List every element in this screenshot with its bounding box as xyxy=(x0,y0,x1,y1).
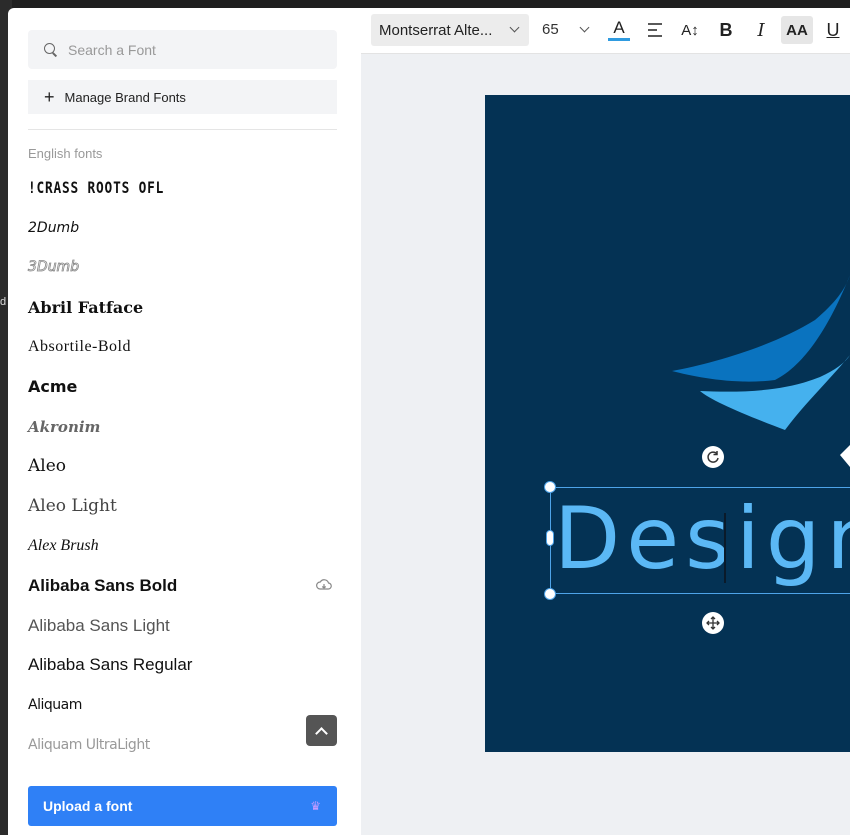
bold-button[interactable]: B xyxy=(712,16,740,44)
chevron-up-icon xyxy=(315,726,328,740)
font-item-aleo[interactable]: Aleo xyxy=(28,447,348,487)
uppercase-button[interactable]: AA xyxy=(781,16,813,44)
bird-graphic[interactable] xyxy=(485,95,850,752)
upload-font-label: Upload a font xyxy=(43,798,133,814)
crown-icon: ♛ xyxy=(310,799,321,813)
font-item-aliquam[interactable]: Aliquam xyxy=(28,685,348,725)
text-toolbar: Montserrat Alte... 65 A A↕ B I AA U xyxy=(361,8,850,54)
section-label-english-fonts: English fonts xyxy=(28,146,103,161)
bold-icon: B xyxy=(719,19,733,40)
background-text: d xyxy=(0,296,7,308)
align-left-icon xyxy=(648,23,662,37)
font-size-chevron-down-icon[interactable] xyxy=(579,22,590,33)
uppercase-icon: AA xyxy=(786,21,808,39)
search-icon xyxy=(44,42,58,57)
font-item-abril-fatface[interactable]: Abril Fatface xyxy=(28,287,348,327)
font-item-label: Alibaba Sans Light xyxy=(28,615,170,635)
font-item-label: Aliquam xyxy=(28,697,82,714)
font-item-label: Absortile-Bold xyxy=(28,338,131,356)
font-item-acme[interactable]: Acme xyxy=(28,367,348,407)
font-item-alibaba-sans-regular[interactable]: Alibaba Sans Regular xyxy=(28,646,348,686)
font-search-box[interactable] xyxy=(28,30,337,69)
font-item-label: Aleo Light xyxy=(28,496,117,517)
resize-handle-bottom-left[interactable] xyxy=(544,588,556,600)
underline-icon: U xyxy=(826,19,840,40)
font-item-alibaba-sans-light[interactable]: Alibaba Sans Light xyxy=(28,606,348,646)
rotate-handle-icon[interactable] xyxy=(702,446,724,468)
font-item-label: Alibaba Sans Bold xyxy=(28,575,178,595)
font-panel: + Manage Brand Fonts English fonts !CRAS… xyxy=(8,8,361,835)
font-item-alibaba-sans-bold[interactable]: Alibaba Sans Bold xyxy=(28,566,348,606)
letter-spacing-icon: A↕ xyxy=(681,21,699,39)
underline-button[interactable]: U xyxy=(821,16,845,44)
font-item-crass-roots[interactable]: !CRASS ROOTS OFL xyxy=(28,168,348,208)
move-handle-icon[interactable] xyxy=(702,612,724,634)
move-icon xyxy=(706,616,720,630)
scroll-to-top-button[interactable] xyxy=(306,715,337,746)
font-item-2dumb[interactable]: 2Dumb xyxy=(28,208,348,248)
manage-brand-fonts-button[interactable]: + Manage Brand Fonts xyxy=(28,80,337,114)
text-color-icon: A xyxy=(613,18,625,37)
design-artboard[interactable] xyxy=(485,95,850,752)
chevron-down-icon xyxy=(509,22,520,33)
manage-brand-fonts-label: Manage Brand Fonts xyxy=(64,89,186,105)
font-item-label: Aliquam UltraLight xyxy=(28,737,150,754)
font-item-label: !CRASS ROOTS OFL xyxy=(28,178,165,198)
font-item-label: Aleo xyxy=(28,456,67,477)
font-family-value: Montserrat Alte... xyxy=(379,21,493,39)
font-family-select[interactable]: Montserrat Alte... xyxy=(371,14,529,46)
font-item-aliquam-ultralight[interactable]: Aliquam UltraLight xyxy=(28,725,348,765)
cloud-download-icon[interactable] xyxy=(316,578,332,592)
rotate-icon xyxy=(707,451,719,463)
font-item-absortile-bold[interactable]: Absortile-Bold xyxy=(28,327,348,367)
font-list: !CRASS ROOTS OFL 2Dumb 3Dumb Abril Fatfa… xyxy=(28,168,348,765)
italic-button[interactable]: I xyxy=(747,16,775,44)
font-item-alex-brush[interactable]: Alex Brush xyxy=(28,526,348,566)
align-button[interactable] xyxy=(641,16,669,44)
font-item-label: Acme xyxy=(28,377,78,397)
resize-handle-left[interactable] xyxy=(546,530,554,546)
resize-handle-top-left[interactable] xyxy=(544,481,556,493)
upload-font-button[interactable]: Upload a font ♛ xyxy=(28,786,337,826)
text-caret xyxy=(724,513,726,583)
font-item-3dumb[interactable]: 3Dumb xyxy=(28,248,348,288)
font-item-label: Alex Brush xyxy=(28,537,99,555)
text-color-swatch xyxy=(608,38,630,41)
font-item-akronim[interactable]: Akronim xyxy=(28,407,348,447)
app-root: d + Manage Brand Fonts English fonts !CR… xyxy=(0,0,850,835)
italic-icon: I xyxy=(757,19,765,41)
font-item-label: Alibaba Sans Regular xyxy=(28,655,193,675)
divider xyxy=(28,129,337,130)
font-size-value[interactable]: 65 xyxy=(542,21,559,38)
line-spacing-button[interactable]: A↕ xyxy=(676,16,704,44)
plus-icon: + xyxy=(44,87,55,107)
font-item-label: Akronim xyxy=(28,417,101,436)
text-color-button[interactable]: A xyxy=(605,16,633,44)
font-search-input[interactable] xyxy=(68,41,308,58)
font-item-label: Abril Fatface xyxy=(28,297,144,317)
font-item-aleo-light[interactable]: Aleo Light xyxy=(28,486,348,526)
canvas-text-element[interactable]: Design xyxy=(554,488,850,591)
font-item-label: 3Dumb xyxy=(28,259,80,276)
font-item-label: 2Dumb xyxy=(28,219,80,236)
